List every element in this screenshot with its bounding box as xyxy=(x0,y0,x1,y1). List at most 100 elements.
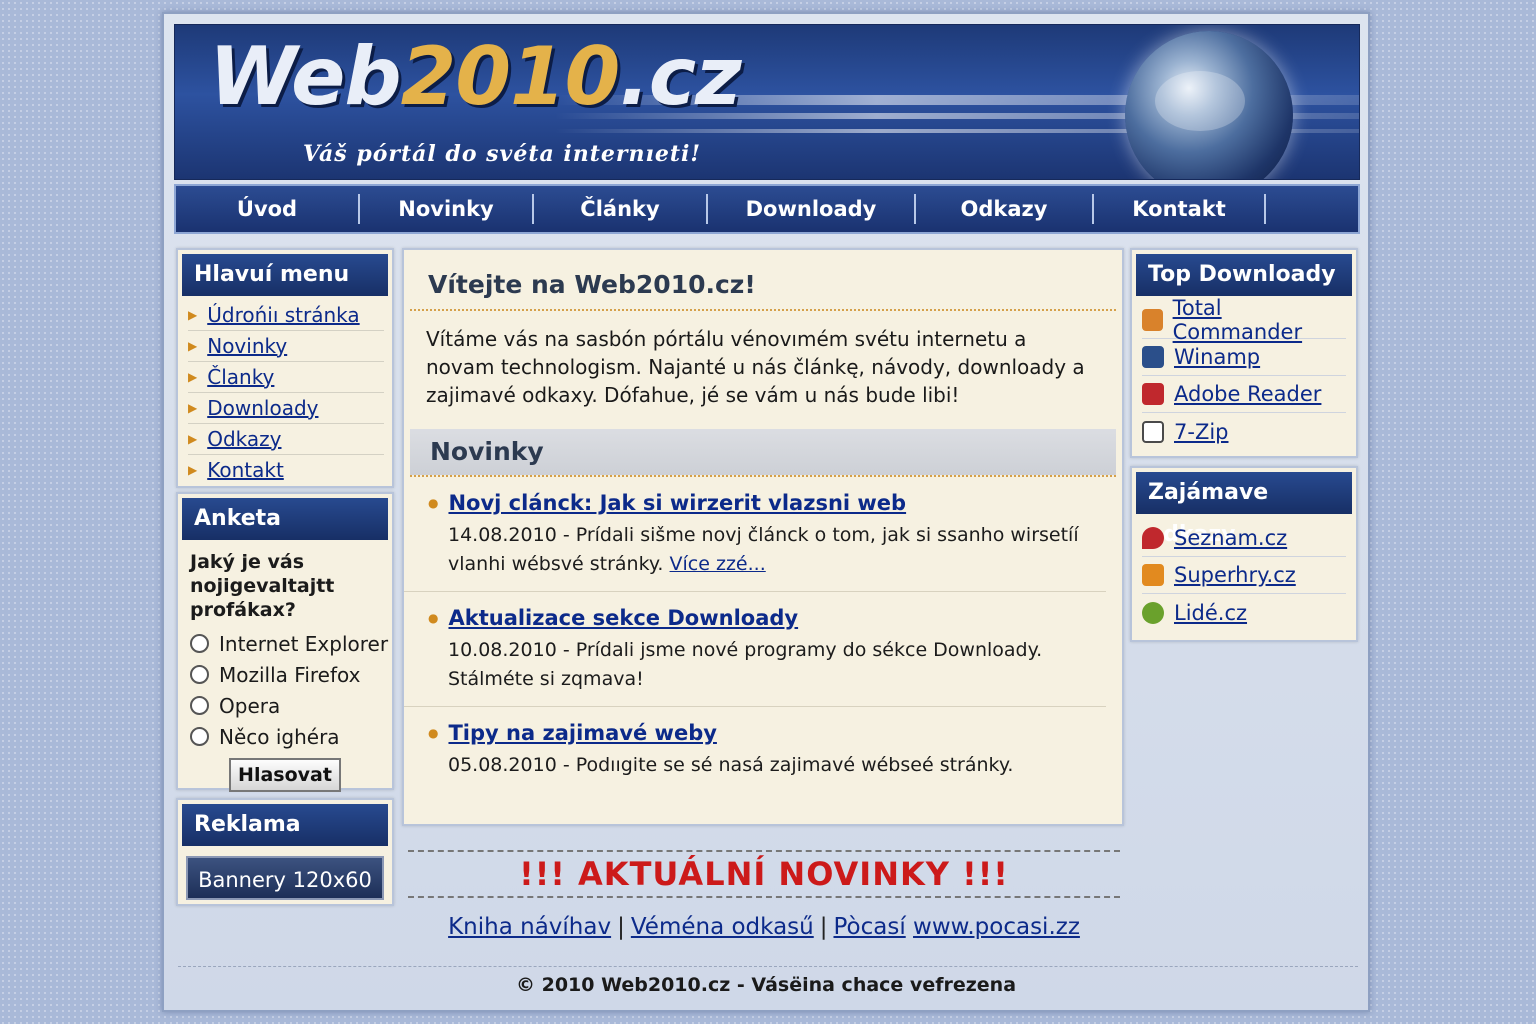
news-item: ● Novj clánck: Jak si wirzerit vlazsni we… xyxy=(404,477,1106,592)
radio-button[interactable] xyxy=(190,634,209,653)
adobe-reader-icon xyxy=(1142,383,1164,405)
nav-item-downloady[interactable]: Downloady xyxy=(708,194,916,224)
site-logo[interactable]: Web2010.cz xyxy=(209,37,742,117)
menu-item-kontakt: ▶ Kontakt xyxy=(188,455,384,486)
news-item-heading: ● Aktualizace sekce Downloady xyxy=(428,606,1084,630)
bottom-links: Kniha návíhav | Véména odkasű | Pòcasí www.p… xyxy=(408,914,1120,940)
bullet-icon: ● xyxy=(428,611,439,625)
download-link[interactable]: Winamp xyxy=(1174,345,1260,369)
read-more-link[interactable]: Více zzé... xyxy=(670,553,766,575)
poll-option[interactable]: Mozilla Firefox xyxy=(178,659,392,690)
page-container: Web2010.cz Váš pórtál do svéta internıet… xyxy=(162,12,1370,1012)
nav-item-odkazy[interactable]: Odkazy xyxy=(916,194,1094,224)
external-link[interactable]: Lidé.cz xyxy=(1174,601,1247,625)
superhry-icon xyxy=(1142,564,1164,586)
triangle-bullet-icon: ▶ xyxy=(188,307,198,322)
links-panel: Zajámave odkazy Seznam.cz Superhry.cz Li… xyxy=(1130,466,1358,642)
news-item: ● Tipy na zajimavé weby 05.08.2010 - Podı… xyxy=(404,707,1106,792)
nav-item-uvod[interactable]: Úvod xyxy=(176,194,360,224)
ad-banner[interactable]: Bannery 120x60 xyxy=(186,856,384,900)
news-link[interactable]: Tipy na zajimavé weby xyxy=(448,721,716,745)
news-section-title: Novinky xyxy=(410,429,1116,475)
news-item: ● Aktualizace sekce Downloady 10.08.2010 … xyxy=(404,592,1106,707)
menu-link-downloady[interactable]: Downloady xyxy=(207,393,318,424)
nav-item-novinky[interactable]: Novinky xyxy=(360,194,534,224)
external-link[interactable]: Seznam.cz xyxy=(1174,526,1287,550)
poll-question: Jaký je vás nojigevaltajtt profákax? xyxy=(190,551,335,621)
poll-option-label: Opera xyxy=(219,693,281,718)
poll-option[interactable]: Internet Explorer xyxy=(178,628,392,659)
triangle-bullet-icon: ▶ xyxy=(188,400,198,415)
lide-icon xyxy=(1142,601,1164,624)
seven-zip-icon xyxy=(1142,420,1164,443)
menu-link-clanky[interactable]: Članky xyxy=(207,362,274,393)
triangle-bullet-icon: ▶ xyxy=(188,369,198,384)
total-commander-icon xyxy=(1142,309,1163,331)
link-item: Lidé.cz xyxy=(1142,594,1346,631)
news-item-heading: ● Novj clánck: Jak si wirzerit vlazsni we… xyxy=(428,491,1084,515)
vote-button[interactable]: Hlasovat xyxy=(229,758,341,792)
triangle-bullet-icon: ▶ xyxy=(188,338,198,353)
weather-link[interactable]: Pòcasí xyxy=(833,914,905,940)
download-link[interactable]: Total Commander xyxy=(1173,296,1346,344)
ads-title: Reklama xyxy=(182,804,388,846)
site-header: Web2010.cz Váš pórtál do svéta internıet… xyxy=(174,24,1360,180)
top-downloads-panel: Top Downloady Total Commander Winamp Ado… xyxy=(1130,248,1358,458)
nav-item-kontakt[interactable]: Kontakt xyxy=(1094,194,1266,224)
menu-link-odkazy[interactable]: Odkazy xyxy=(207,424,281,455)
weather-url-link[interactable]: www.pocasi.zz xyxy=(913,914,1080,940)
welcome-text: Vítáme vás na sasbón pórtálu vénovımém s… xyxy=(426,327,1085,407)
radio-button[interactable] xyxy=(190,727,209,746)
ads-panel: Reklama Bannery 120x60 xyxy=(176,798,394,906)
menu-item-novinky: ▶ Novinky xyxy=(188,331,384,362)
news-link[interactable]: Novj clánck: Jak si wirzerit vlazsni web xyxy=(448,491,906,515)
site-tagline: Váš pórtál do svéta internıeti! xyxy=(303,141,702,167)
triangle-bullet-icon: ▶ xyxy=(188,431,198,446)
bullet-icon: ● xyxy=(428,726,439,740)
download-item: 7-Zip xyxy=(1142,413,1346,450)
news-text: 05.08.2010 - Podııgite se sé nasá zajima… xyxy=(448,754,1014,776)
copyright-footer: © 2010 Web2010.cz - Vásëina chace vefrez… xyxy=(515,974,1017,996)
link-separator: | xyxy=(819,914,828,940)
poll-option-label: Něco ighéra xyxy=(219,724,340,749)
winamp-icon xyxy=(1142,346,1164,368)
welcome-title: Vítejte na Web2010.cz! xyxy=(428,270,756,299)
guestbook-link[interactable]: Kniha návíhav xyxy=(448,914,611,940)
download-link[interactable]: 7-Zip xyxy=(1174,420,1229,444)
main-navigation: Úvod Novinky Články Downloady Odkazy Kon… xyxy=(174,184,1360,234)
news-text: 10.08.2010 - Prídali jsme nové programy … xyxy=(448,639,1043,690)
menu-link-kontakt[interactable]: Kontakt xyxy=(207,455,284,486)
news-item-heading: ● Tipy na zajimavé weby xyxy=(428,721,1084,745)
link-separator: | xyxy=(617,914,625,940)
radio-button[interactable] xyxy=(190,696,209,715)
download-item: Adobe Reader xyxy=(1142,376,1346,413)
links-title: Zajámave odkazy xyxy=(1136,472,1352,547)
triangle-bullet-icon: ▶ xyxy=(188,463,198,477)
bullet-icon: ● xyxy=(428,496,439,510)
link-exchange-link[interactable]: Véména odkasű xyxy=(631,914,814,940)
footer-divider xyxy=(178,966,1358,967)
radio-button[interactable] xyxy=(190,665,209,684)
menu-link-home[interactable]: Údrońiı stránka xyxy=(207,300,359,331)
top-downloads-title: Top Downloady xyxy=(1136,254,1352,296)
external-link[interactable]: Superhry.cz xyxy=(1174,563,1296,587)
menu-link-novinky[interactable]: Novinky xyxy=(207,331,287,362)
download-link[interactable]: Adobe Reader xyxy=(1174,382,1321,406)
poll-option-label: Mozilla Firefox xyxy=(219,662,361,687)
poll-option-label: Internet Explorer xyxy=(219,631,389,656)
top-downloads-list: Total Commander Winamp Adobe Reader 7-Zi… xyxy=(1132,296,1356,454)
main-menu-list: ▶ Údrońiı stránka ▶ Novinky ▶ Članky ▶ Downl… xyxy=(178,300,392,486)
seznam-icon xyxy=(1142,527,1164,549)
nav-item-clanky[interactable]: Články xyxy=(534,194,708,224)
download-item: Winamp xyxy=(1142,339,1346,376)
download-item: Total Commander xyxy=(1142,296,1346,344)
main-menu-panel: Hlavuí menu ▶ Údrońiı stránka ▶ Novinky ▶ Č… xyxy=(176,248,394,488)
poll-panel: Anketa Jaký je vás nojigevaltajtt profák… xyxy=(176,492,394,792)
poll-option[interactable]: Opera xyxy=(178,690,392,721)
news-link[interactable]: Aktualizace sekce Downloady xyxy=(448,606,798,630)
poll-option[interactable]: Něco ighéra xyxy=(178,721,392,752)
news-alert-banner: !!! AKTUÁLNÍ NOVINKY !!! xyxy=(408,850,1120,898)
link-item: Superhry.cz xyxy=(1142,557,1346,594)
menu-item-odkazy: ▶ Odkazy xyxy=(188,424,384,455)
poll-title: Anketa xyxy=(182,498,388,540)
